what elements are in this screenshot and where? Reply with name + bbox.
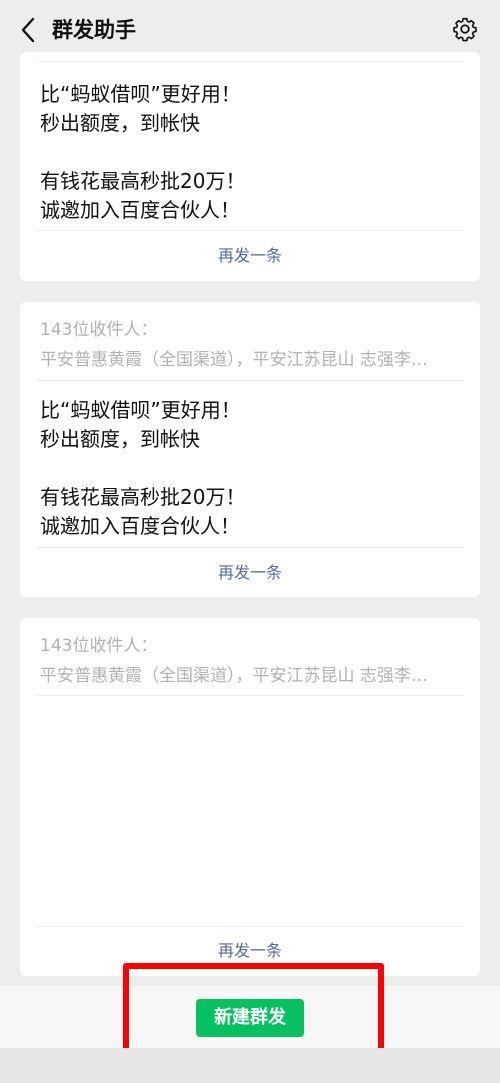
recipients-count: 143位收件人： bbox=[40, 636, 158, 656]
message-text: 比“蚂蚁借呗”更好用！ 秒出额度，到帐快 有钱花最高秒批20万！ 诚邀加入百度合… bbox=[40, 398, 246, 538]
resend-button[interactable]: 再发一条 bbox=[20, 245, 480, 267]
back-button[interactable] bbox=[14, 16, 42, 44]
gear-icon bbox=[453, 17, 477, 42]
divider bbox=[36, 230, 464, 231]
message-text: 比“蚂蚁借呗”更好用！ 秒出额度，到帐快 有钱花最高秒批20万！ 诚邀加入百度合… bbox=[40, 82, 246, 222]
divider bbox=[36, 926, 464, 927]
resend-button[interactable]: 再发一条 bbox=[20, 562, 480, 584]
broadcast-card: 比“蚂蚁借呗”更好用！ 秒出额度，到帐快 有钱花最高秒批20万！ 诚邀加入百度合… bbox=[20, 52, 480, 281]
resend-button[interactable]: 再发一条 bbox=[20, 940, 480, 962]
broadcast-card: 143位收件人： 平安普惠黄霞（全国渠道），平安江苏昆山 志强李… 比“蚂蚁借呗… bbox=[20, 302, 480, 597]
new-broadcast-button[interactable]: 新建群发 bbox=[196, 999, 304, 1037]
divider bbox=[36, 547, 464, 548]
divider bbox=[36, 695, 464, 696]
settings-button[interactable] bbox=[450, 14, 480, 44]
recipients-names: 平安普惠黄霞（全国渠道），平安江苏昆山 志强李… bbox=[40, 666, 428, 686]
recipients-count: 143位收件人： bbox=[40, 320, 158, 340]
recipients-names: 平安普惠黄霞（全国渠道），平安江苏昆山 志强李… bbox=[40, 350, 428, 370]
broadcast-card: 143位收件人： 平安普惠黄霞（全国渠道），平安江苏昆山 志强李… 再发一条 bbox=[20, 618, 480, 976]
divider bbox=[36, 61, 464, 62]
divider bbox=[36, 380, 464, 381]
page-title: 群发助手 bbox=[52, 18, 136, 42]
system-nav-area bbox=[0, 1048, 500, 1083]
chevron-left-icon bbox=[21, 17, 35, 43]
top-nav-bar: 群发助手 bbox=[0, 0, 500, 60]
